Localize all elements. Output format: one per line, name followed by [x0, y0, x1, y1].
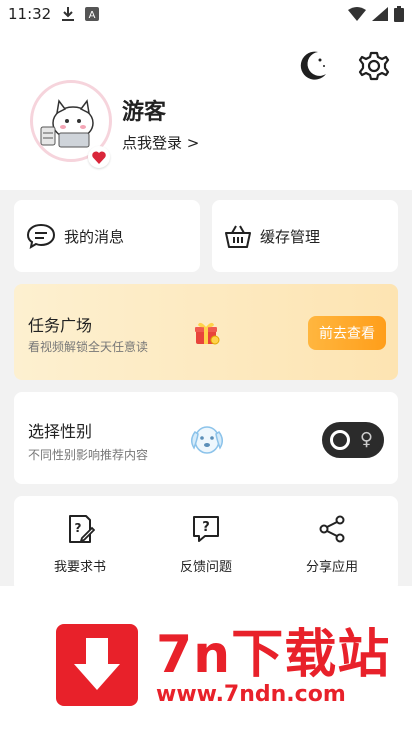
settings-icon[interactable] — [356, 48, 392, 84]
download-arrow-icon — [74, 638, 120, 690]
tool-share[interactable]: 分享应用 — [282, 514, 382, 575]
cache-card[interactable]: 缓存管理 — [212, 200, 398, 272]
toggle-knob — [330, 430, 350, 450]
dog-icon — [191, 426, 223, 454]
task-card[interactable]: 任务广场 看视频解锁全天任意读 前去查看 — [14, 284, 398, 380]
task-title: 任务广场 — [28, 316, 93, 335]
svg-text:?: ? — [75, 521, 82, 535]
svg-text:A: A — [89, 10, 96, 21]
task-subtitle: 看视频解锁全天任意读 — [28, 340, 149, 354]
download-icon — [62, 7, 75, 21]
status-system-icons — [348, 6, 404, 22]
watermark-banner: 7n下载站 www.7ndn.com — [0, 586, 412, 732]
view-tasks-button[interactable]: 前去查看 — [308, 316, 386, 350]
status-notification-icons: A — [61, 6, 100, 22]
gender-title: 选择性别 — [28, 422, 93, 441]
heart-badge — [88, 146, 110, 168]
download-logo — [56, 624, 138, 706]
share-icon — [319, 515, 345, 543]
login-link[interactable]: 点我登录 > — [122, 132, 199, 153]
app-a-icon: A — [85, 7, 100, 21]
gender-toggle[interactable]: ♀ — [322, 422, 384, 458]
status-time: 11:32 — [8, 5, 52, 23]
watermark-title: 7n下载站 — [156, 625, 391, 685]
night-mode-icon[interactable] — [294, 48, 330, 84]
profile-header: 游客 点我登录 > — [0, 28, 412, 190]
tool-label: 分享应用 — [305, 560, 358, 575]
request-book-icon: ? — [69, 515, 95, 543]
battery-icon — [394, 6, 404, 22]
gender-card: 选择性别 不同性别影响推荐内容 ♀ — [14, 392, 398, 484]
gender-subtitle: 不同性别影响推荐内容 — [28, 448, 149, 462]
messages-card[interactable]: 我的消息 — [14, 200, 200, 272]
status-bar: 11:32 A — [0, 0, 412, 28]
wifi-icon — [348, 7, 366, 21]
tool-label: 我要求书 — [53, 560, 106, 575]
tools-card: ? 我要求书 ? 反馈问题 分享应用 — [14, 496, 398, 592]
feedback-icon: ? — [193, 516, 219, 542]
watermark-url: www.7ndn.com — [156, 682, 346, 707]
username: 游客 — [122, 100, 167, 125]
svg-text:?: ? — [202, 520, 210, 535]
heart-icon — [92, 151, 106, 164]
basket-icon — [225, 225, 251, 248]
cache-label: 缓存管理 — [260, 227, 321, 246]
profile-page: 11:32 A 游客 点我登录 > 我的消息 缓存管理 任务广场 看视频解锁全天… — [0, 0, 412, 732]
female-symbol-icon: ♀ — [359, 429, 373, 450]
chat-bubble-icon — [26, 223, 56, 249]
messages-label: 我的消息 — [64, 227, 125, 246]
signal-icon — [372, 7, 388, 21]
gift-icon — [195, 322, 220, 345]
tool-feedback[interactable]: ? 反馈问题 — [156, 514, 256, 575]
tool-label: 反馈问题 — [179, 560, 232, 575]
tool-request-book[interactable]: ? 我要求书 — [30, 514, 130, 575]
